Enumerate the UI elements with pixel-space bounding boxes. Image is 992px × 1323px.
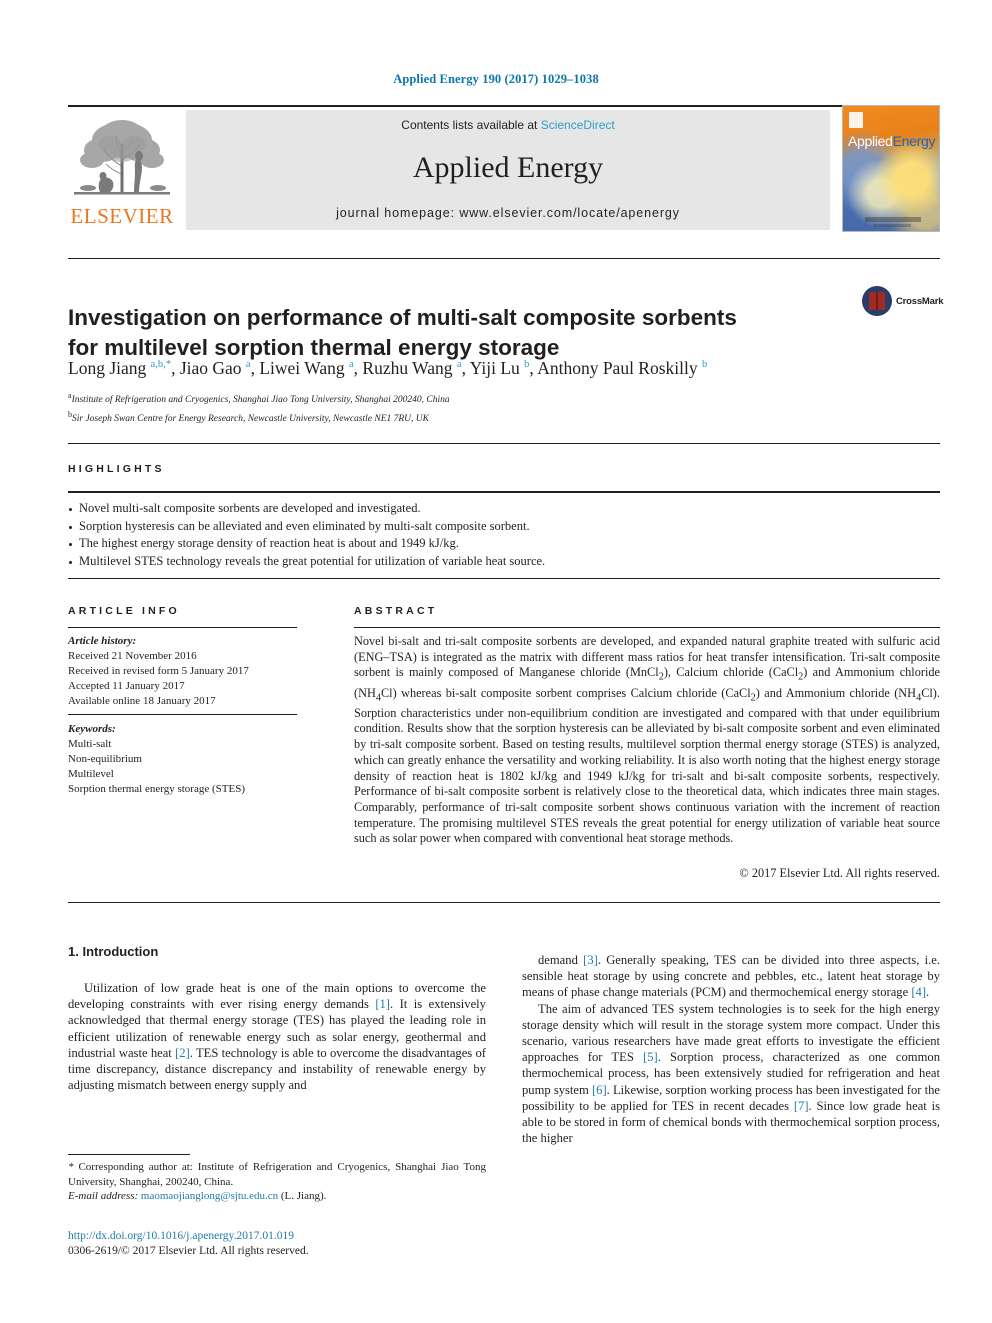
list-item: Novel multi-salt composite sorbents are … (68, 500, 940, 518)
crossmark-circle-icon (862, 286, 892, 316)
doi-block: http://dx.doi.org/10.1016/j.apenergy.201… (68, 1229, 508, 1258)
abstract-heading: ABSTRACT (354, 605, 438, 617)
email-note: E-mail address: maomaojianglong@sjtu.edu… (68, 1189, 486, 1204)
corresponding-author-note: * Corresponding author at: Institute of … (68, 1161, 486, 1188)
article-history-label: Article history: (68, 635, 137, 647)
history-item: Accepted 11 January 2017 (68, 680, 185, 692)
abstract-text: Novel bi-salt and tri-salt composite sor… (354, 634, 940, 846)
crossmark-book-icon (869, 292, 885, 310)
article-info-rule (68, 627, 297, 628)
section-title-introduction: 1. Introduction (68, 944, 159, 959)
cover-footer-bar-2 (873, 224, 911, 227)
author-list: Long Jiang a,b,*, Jiao Gao a, Liwei Wang… (68, 358, 708, 378)
journal-cover-image: AppliedEnergy (842, 105, 940, 232)
issn-copyright-line: 0306-2619/© 2017 Elsevier Ltd. All right… (68, 1244, 309, 1257)
article-history: Article history: Received 21 November 20… (68, 634, 308, 709)
journal-homepage[interactable]: journal homepage: www.elsevier.com/locat… (186, 206, 830, 220)
elsevier-tree-icon (72, 114, 172, 200)
footnote-rule (68, 1154, 190, 1155)
keyword-item: Multilevel (68, 768, 114, 780)
cover-title-energy: Energy (892, 133, 936, 149)
footnote-block: * Corresponding author at: Institute of … (68, 1160, 486, 1204)
article-info-heading: ARTICLE INFO (68, 605, 180, 617)
cover-elsevier-mark-icon (849, 112, 863, 128)
body-column-right: demand [3]. Generally speaking, TES can … (522, 952, 940, 1146)
affiliation-b: bSir Joseph Swan Centre for Energy Resea… (68, 408, 940, 427)
elsevier-logo: ELSEVIER (68, 110, 176, 230)
paragraph: Utilization of low grade heat is one of … (68, 981, 486, 1093)
keywords-block: Keywords: Multi-salt Non-equilibrium Mul… (68, 722, 308, 797)
journal-article-page: Applied Energy 190 (2017) 1029–1038 ELSE… (0, 0, 992, 1323)
highlights-mid-rule (68, 491, 940, 493)
highlights-list: Novel multi-salt composite sorbents are … (68, 500, 940, 570)
crossmark-label: CrossMark (896, 296, 944, 307)
paragraph: demand [3]. Generally speaking, TES can … (522, 953, 940, 1000)
affiliation-list: aInstitute of Refrigeration and Cryogeni… (68, 389, 940, 426)
history-item: Received 21 November 2016 (68, 650, 197, 662)
title-separator-rule (68, 258, 940, 259)
email-link[interactable]: maomaojianglong@sjtu.edu.cn (141, 1190, 278, 1202)
list-item: The highest energy storage density of re… (68, 535, 940, 553)
affiliation-b-text: Sir Joseph Swan Centre for Energy Resear… (72, 413, 429, 424)
affiliation-a: aInstitute of Refrigeration and Cryogeni… (68, 389, 940, 408)
running-head: Applied Energy 190 (2017) 1029–1038 (393, 72, 599, 86)
abstract-rule (354, 627, 940, 628)
keywords-rule (68, 714, 297, 715)
highlights-heading: HIGHLIGHTS (68, 463, 165, 475)
highlights-bottom-rule (68, 578, 940, 579)
paragraph: The aim of advanced TES system technolog… (522, 1001, 941, 1146)
affiliation-a-text: Institute of Refrigeration and Cryogenic… (71, 395, 450, 406)
cover-title-applied: Applied (848, 133, 893, 149)
elsevier-wordmark: ELSEVIER (70, 204, 174, 228)
sciencedirect-link[interactable]: ScienceDirect (541, 118, 615, 132)
crossmark-badge[interactable]: CrossMark (862, 286, 944, 318)
cover-footer-bar (865, 217, 921, 222)
email-label: E-mail address: (68, 1190, 139, 1202)
list-item: Sorption hysteresis can be alleviated an… (68, 518, 940, 536)
masthead-top-rule (68, 105, 940, 107)
doi-link[interactable]: http://dx.doi.org/10.1016/j.apenergy.201… (68, 1229, 508, 1244)
journal-masthead: ELSEVIER Contents lists available at Sci… (68, 105, 940, 232)
keyword-item: Multi-salt (68, 738, 112, 750)
page-title: Investigation on performance of multi-sa… (68, 305, 737, 361)
contents-band: Contents lists available at ScienceDirec… (186, 110, 830, 230)
history-item: Available online 18 January 2017 (68, 695, 216, 707)
history-item: Received in revised form 5 January 2017 (68, 665, 249, 677)
list-item: Multilevel STES technology reveals the g… (68, 553, 940, 571)
keyword-item: Non-equilibrium (68, 753, 142, 765)
contents-prefix: Contents lists available at (401, 118, 541, 132)
body-column-left: Utilization of low grade heat is one of … (68, 980, 486, 1093)
contents-line: Contents lists available at ScienceDirec… (186, 118, 830, 132)
journal-title: Applied Energy (412, 151, 604, 184)
body-separator-rule (68, 902, 940, 903)
abstract-copyright: © 2017 Elsevier Ltd. All rights reserved… (739, 866, 940, 880)
email-suffix: (L. Jiang). (280, 1190, 327, 1202)
keywords-label: Keywords: (68, 723, 116, 735)
highlights-top-rule (68, 443, 940, 444)
cover-title: AppliedEnergy (848, 133, 935, 149)
keyword-item: Sorption thermal energy storage (STES) (68, 783, 245, 795)
